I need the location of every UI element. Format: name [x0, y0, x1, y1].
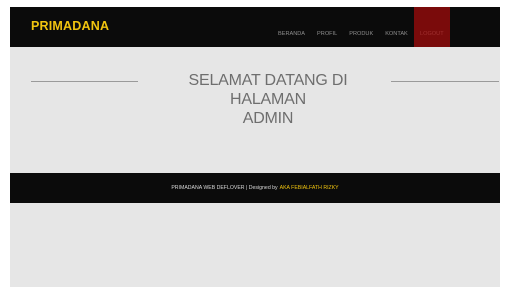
welcome-heading-line2: ADMIN: [242, 110, 294, 127]
divider-right: [391, 81, 499, 82]
top-navbar: PRIMADANA BERANDA PROFIL PRODUK KONTAK L…: [10, 7, 500, 47]
nav-item-kontak[interactable]: KONTAK: [379, 7, 414, 47]
nav-item-logout[interactable]: LOGOUT: [413, 7, 450, 47]
nav-menu: BERANDA PROFIL PRODUK KONTAK LOGOUT: [272, 7, 450, 47]
nav-item-produk[interactable]: PRODUK: [343, 7, 379, 47]
nav-item-profil[interactable]: PROFIL: [311, 7, 343, 47]
nav-item-beranda[interactable]: BERANDA: [272, 7, 311, 47]
footer-bar: PRIMADANA WEB DEFLOVER | Designed by AKA…: [10, 173, 500, 203]
divider-left: [31, 81, 138, 82]
welcome-heading-line1: SELAMAT DATANG DI HALAMAN: [188, 72, 348, 108]
footer-text: PRIMADANA WEB DEFLOVER | Designed by: [171, 185, 278, 191]
brand-logo-text[interactable]: PRIMADANA: [31, 19, 109, 33]
footer-author-link[interactable]: AKA FEBIALFATH RIZKY: [280, 185, 339, 191]
welcome-heading: SELAMAT DATANG DI HALAMAN ADMIN: [150, 71, 386, 128]
page: PRIMADANA BERANDA PROFIL PRODUK KONTAK L…: [10, 7, 500, 287]
welcome-section: SELAMAT DATANG DI HALAMAN ADMIN: [10, 47, 500, 173]
